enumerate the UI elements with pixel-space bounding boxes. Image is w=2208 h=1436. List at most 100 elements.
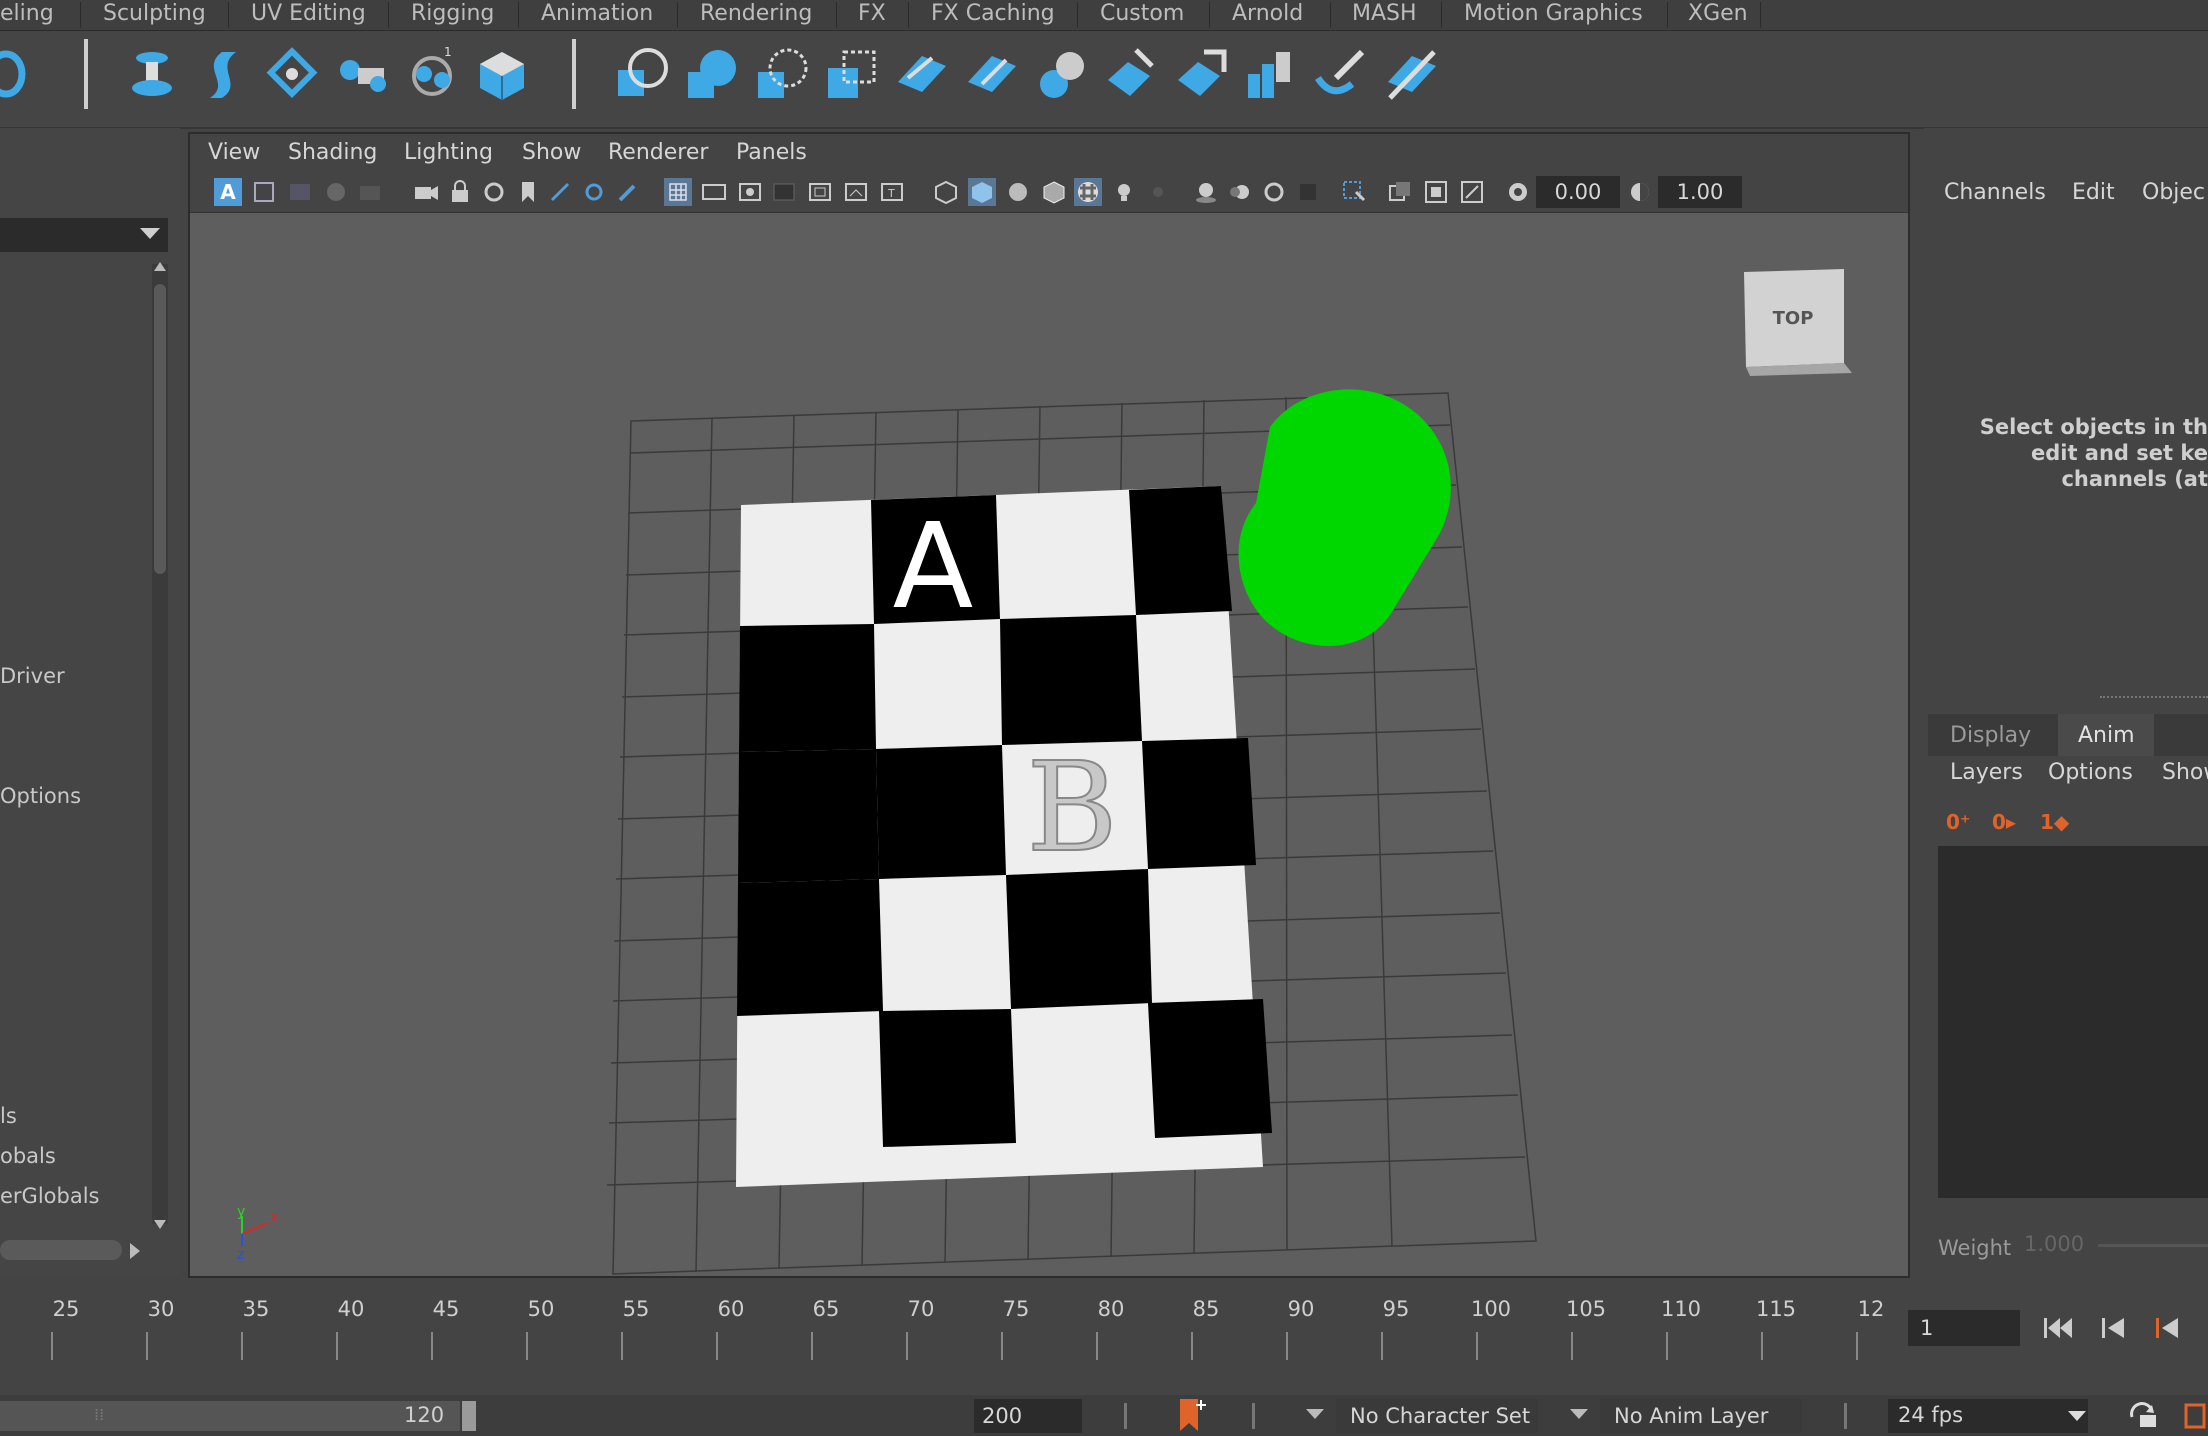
paint-icon[interactable] [1312,44,1372,104]
cube-icon[interactable] [472,44,532,104]
tab-fx-caching[interactable]: FX Caching [931,0,1055,30]
outliner-scrollbar[interactable] [152,262,168,1229]
plane-icon[interactable] [892,44,952,104]
exposure-field[interactable]: 0.00 [1536,176,1620,208]
tab-fx[interactable]: FX [858,0,886,30]
green-sphere[interactable] [1238,389,1451,647]
outliner-item[interactable]: Driver [0,664,65,688]
weight-value[interactable]: 1.000 [2024,1232,2084,1256]
film-gate-toggle-icon[interactable] [700,178,728,206]
pan-zoom-icon[interactable] [580,178,608,206]
fps-dropdown[interactable]: 24 fps [1888,1399,2088,1433]
outliner-item[interactable]: erGlobals [0,1184,99,1208]
menu-show[interactable]: Show [522,134,581,172]
menu-lighting[interactable]: Lighting [404,134,493,172]
grease-pencil-icon[interactable] [322,178,350,206]
diamond-icon[interactable] [1102,44,1162,104]
field-chart-icon[interactable] [806,178,834,206]
tab-arnold[interactable]: Arnold [1232,0,1303,30]
menu-channels[interactable]: Channels [1944,180,2046,205]
exposure-icon[interactable] [1504,178,1532,206]
wireframe-on-shaded-icon[interactable] [1040,178,1068,206]
deformer-icon[interactable] [122,44,182,104]
fluid-icon[interactable] [0,44,42,104]
smooth-shade-icon[interactable] [968,178,996,206]
scroll-up-icon[interactable] [154,262,166,271]
ambient-occlusion-icon[interactable] [1192,178,1220,206]
camera-aim-icon[interactable]: 1 [402,44,462,104]
camera-icon[interactable] [412,178,440,206]
step-back-key-icon[interactable] [2152,1314,2184,1342]
tab-xgen[interactable]: XGen [1688,0,1748,30]
tab-animation[interactable]: Animation [541,0,653,30]
preferences-icon[interactable] [2182,1401,2208,1431]
character-set-dropdown-icon[interactable] [1306,1409,1324,1419]
loop-icon[interactable] [2126,1399,2160,1431]
tab-rigging[interactable]: Rigging [411,0,494,30]
safe-title-icon[interactable]: T [878,178,906,206]
sphere-split-icon[interactable] [1032,44,1092,104]
tab-display[interactable]: Display [1950,723,2031,748]
menu-layers[interactable]: Layers [1950,760,2023,785]
motion-blur-icon[interactable] [1226,178,1254,206]
slash-icon[interactable] [1382,44,1442,104]
go-to-start-icon[interactable] [2040,1314,2076,1342]
frame-icon[interactable] [250,178,278,206]
anti-alias-icon[interactable] [1260,178,1288,206]
lattice-icon[interactable] [262,44,322,104]
grease-pencil-tool-icon[interactable] [614,178,642,206]
arrow-icon[interactable] [1172,44,1232,104]
polygon-icon[interactable] [822,44,882,104]
tab-anim[interactable]: Anim [2078,723,2135,748]
wireframe-icon[interactable] [932,178,960,206]
range-slider[interactable]: ⁞⁞ 120 [0,1401,460,1431]
xray-joints-icon[interactable] [1422,178,1450,206]
film-gate-icon[interactable] [356,178,384,206]
auto-key-icon[interactable] [1176,1397,1206,1433]
gamma-icon[interactable] [1626,178,1654,206]
tab-sculpting[interactable]: Sculpting [103,0,206,30]
menu-object[interactable]: Objec [2142,180,2205,205]
menu-show[interactable]: Show [2162,760,2208,785]
viewport-scene[interactable]: A B TOP y x z [190,213,1908,1276]
menu-options[interactable]: Options [2048,760,2133,785]
menu-shading[interactable]: Shading [288,134,377,172]
camera-cluster-icon[interactable] [332,44,392,104]
zero-key-play-icon[interactable]: 0▸ [1992,810,2016,834]
bookmark-icon[interactable] [514,178,542,206]
lighting-icon[interactable] [1110,178,1138,206]
image-plane-icon[interactable] [286,178,314,206]
resolution-gate-icon[interactable] [736,178,764,206]
outliner-item[interactable]: Options [0,784,81,808]
tab-rendering[interactable]: Rendering [700,0,812,30]
bar-graph-icon[interactable] [1242,44,1302,104]
tab-modeling[interactable]: eling [0,0,54,30]
grip-icon[interactable]: ⁞⁞ [94,1405,104,1424]
menu-panels[interactable]: Panels [736,134,807,172]
outliner-item[interactable]: ls [0,1104,17,1128]
select-camera-icon[interactable]: A [214,178,242,206]
2d-pan-icon[interactable] [546,178,574,206]
view-cube[interactable]: TOP [1744,269,1852,376]
tab-mash[interactable]: MASH [1352,0,1417,30]
tab-motion-graphics[interactable]: Motion Graphics [1464,0,1643,30]
default-material-icon[interactable] [1004,178,1032,206]
max-time-field[interactable]: 200 [974,1399,1082,1433]
checkerboard-plane[interactable]: A B [736,486,1272,1187]
panel-splitter[interactable] [2100,696,2208,698]
deform-icon[interactable] [752,44,812,104]
depth-of-field-icon[interactable] [1294,178,1322,206]
time-slider[interactable]: 25 30 35 40 45 50 55 60 65 70 75 80 85 90 95 100 105 110 1… [0,1280,2178,1370]
curve-icon[interactable] [192,44,252,104]
shadows-icon[interactable] [1144,178,1172,206]
one-key-icon[interactable]: 1◆ [2040,810,2069,834]
outliner-dropdown[interactable] [0,218,168,252]
end-time-value[interactable]: 120 [404,1403,444,1427]
camera-attr-icon[interactable] [480,178,508,206]
gamma-field[interactable]: 1.00 [1658,176,1742,208]
range-slider-handle[interactable] [462,1401,476,1431]
outliner-item[interactable]: obals [0,1144,56,1168]
anim-layer-field[interactable]: No Anim Layer [1600,1399,1802,1433]
current-frame-field[interactable]: 1 [1908,1310,2020,1346]
textured-icon[interactable] [1074,178,1102,206]
